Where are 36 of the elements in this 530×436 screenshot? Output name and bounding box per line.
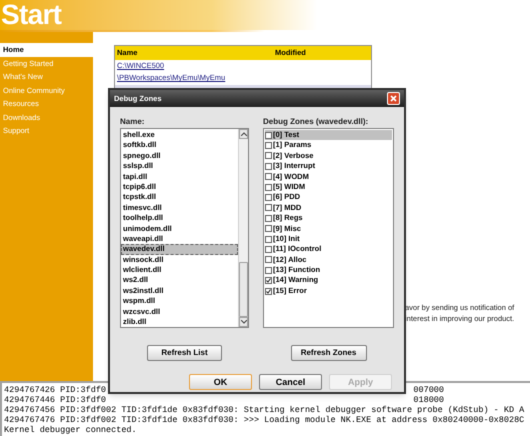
scroll-up-icon[interactable] bbox=[239, 129, 248, 139]
checkbox[interactable] bbox=[265, 288, 272, 295]
checkbox[interactable] bbox=[265, 173, 272, 180]
checkbox[interactable] bbox=[265, 225, 272, 232]
checkbox[interactable] bbox=[265, 236, 272, 243]
scroll-thumb[interactable] bbox=[239, 262, 248, 317]
refresh-list-button[interactable]: Refresh List bbox=[147, 345, 222, 361]
log-line: 4294767426 PID:3fdf0 bbox=[4, 385, 106, 395]
log-line: 007000 bbox=[413, 385, 444, 395]
checkbox[interactable] bbox=[265, 162, 272, 170]
scroll-down-icon[interactable] bbox=[239, 317, 248, 327]
refresh-zones-button[interactable]: Refresh Zones bbox=[290, 345, 366, 361]
checkbox[interactable] bbox=[265, 214, 272, 222]
dialog-button[interactable]: Cancel bbox=[259, 374, 322, 390]
close-icon bbox=[390, 95, 397, 102]
log-line: 4294767446 PID:3fdf0 bbox=[4, 395, 106, 405]
log-line: 4294767456 PID:3fdf002 TID:3fdf1de 0x83fdf030: Starting kernel debugger software probe (KdStub) - KD A bbox=[4, 405, 524, 415]
zones-label: Debug Zones (wavedev.dll): bbox=[263, 116, 370, 128]
dialog-button[interactable]: OK bbox=[189, 374, 252, 390]
checkbox[interactable] bbox=[265, 246, 272, 253]
log-line: Kernel debugger connected. bbox=[4, 425, 137, 435]
checkbox[interactable] bbox=[265, 132, 272, 139]
scrollbar[interactable] bbox=[238, 129, 248, 327]
checkbox[interactable] bbox=[265, 152, 272, 160]
page-title: Start bbox=[1, 0, 62, 30]
checkbox[interactable] bbox=[265, 256, 272, 264]
checkbox[interactable] bbox=[265, 184, 272, 191]
checkbox[interactable] bbox=[265, 277, 272, 284]
checkbox[interactable] bbox=[265, 142, 272, 150]
checkbox[interactable] bbox=[265, 266, 272, 274]
name-label: Name: bbox=[120, 116, 146, 128]
checkbox[interactable] bbox=[265, 194, 272, 202]
log-line: 4294767476 PID:3fdf002 TID:3fdf1de 0x83fdf030: >>> Loading module NK.EXE at address 0x80240000-0x8028C bbox=[4, 415, 524, 425]
checkbox[interactable] bbox=[265, 204, 272, 212]
close-button[interactable] bbox=[387, 92, 400, 105]
log-line: 018000 bbox=[413, 395, 444, 405]
